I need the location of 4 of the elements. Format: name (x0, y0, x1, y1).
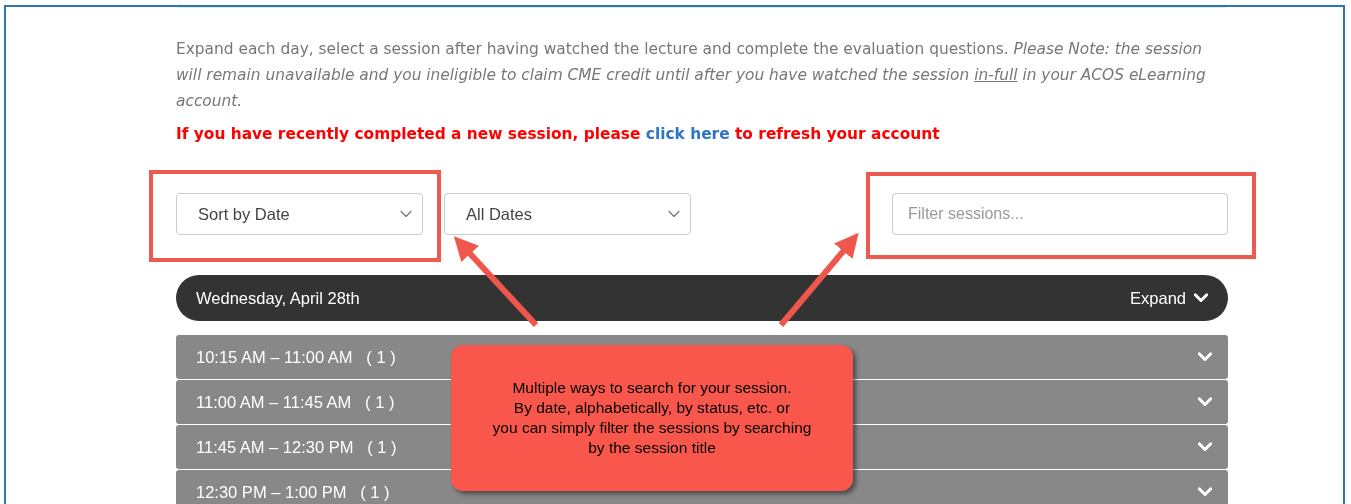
day-title: Wednesday, April 28th (196, 288, 360, 308)
instructions-text: Expand each day, select a session after having watched the lecture and complete the evaluation questions. Please Note: the session will remain unavailable and you ineligible to claim CME credit until after you have watched the session in-full in your ACOS eLearning account. (176, 39, 1207, 112)
refresh-notice: If you have recently completed a new session, please click here to refresh your account (176, 124, 941, 145)
callout-tooltip: Multiple ways to search for your session. By date, alphabetically, by status, etc. or you can simply filter the sessions by searching by the session title (451, 345, 853, 491)
